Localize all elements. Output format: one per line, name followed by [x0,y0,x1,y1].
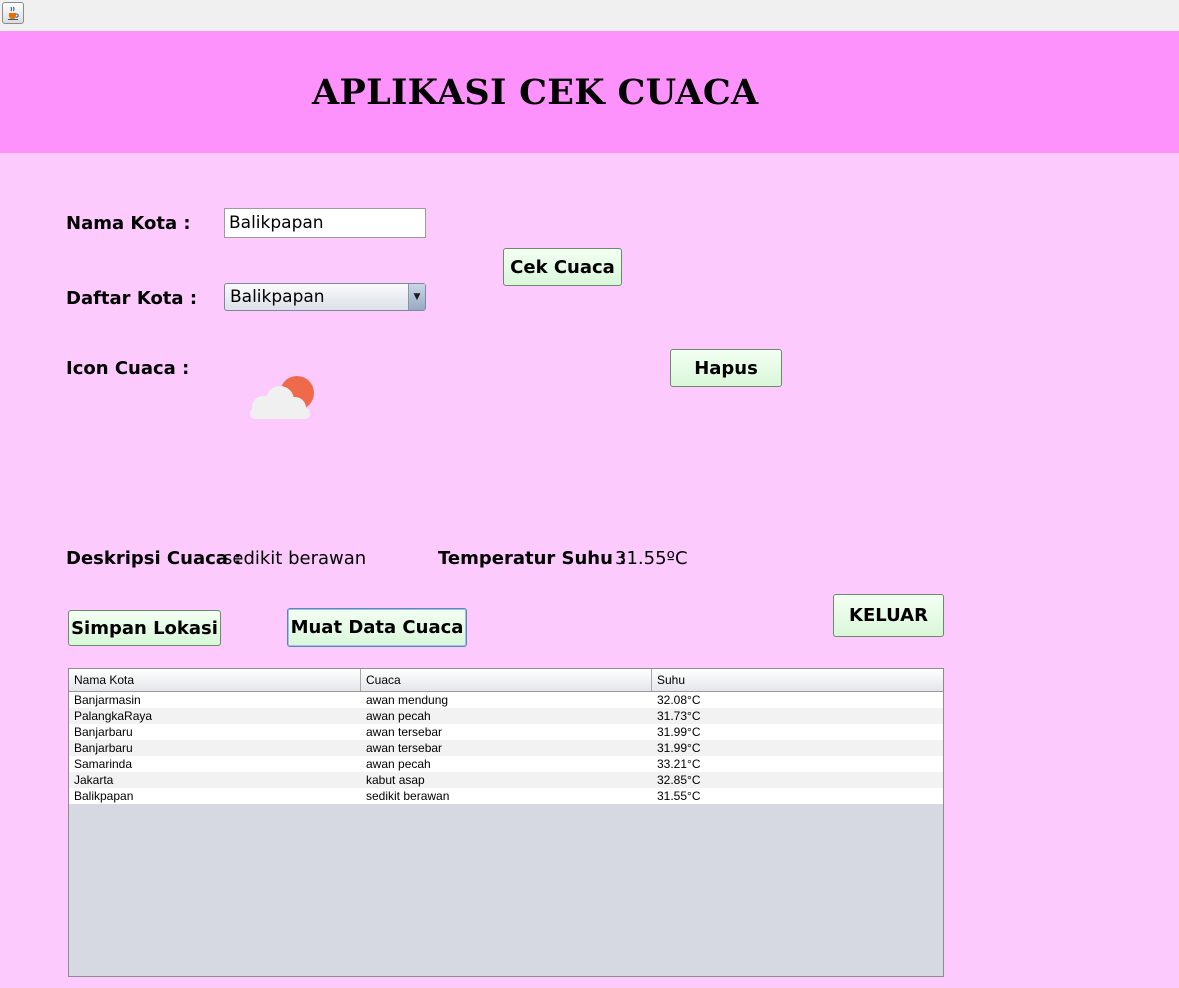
daftar-kota-select[interactable]: Balikpapan ▼ [224,283,426,311]
daftar-kota-selected: Balikpapan [230,287,325,307]
keluar-button[interactable]: KELUAR [833,594,944,637]
muat-data-cuaca-button[interactable]: Muat Data Cuaca [287,608,467,647]
table-cell: Balikpapan [74,789,134,803]
temperatur-suhu-label: Temperatur Suhu : [438,548,627,569]
table-cell: awan tersebar [366,725,443,739]
table-cell: awan tersebar [366,741,443,755]
table-cell: 32.85°C [657,773,701,787]
table-cell: Banjarbaru [74,725,133,739]
table-header: Nama Kota Cuaca Suhu [69,669,943,692]
table-cell: 31.55°C [657,789,701,803]
column-header-cuaca[interactable]: Cuaca [361,669,652,691]
deskripsi-cuaca-value: sedikit berawan [223,548,367,569]
cek-cuaca-button[interactable]: Cek Cuaca [503,248,622,286]
table-cell: Samarinda [74,757,133,771]
table-cell: awan pecah [366,757,431,771]
table-cell: awan pecah [366,709,431,723]
icon-cuaca-label: Icon Cuaca : [66,358,190,379]
column-header-nama-kota[interactable]: Nama Kota [69,669,361,691]
table-row[interactable]: Banjarbaru awan tersebar 31.99°C [69,740,943,756]
table-cell: 32.08°C [657,693,701,707]
column-header-suhu[interactable]: Suhu [652,669,943,691]
table-cell: sedikit berawan [366,789,450,803]
table-row[interactable]: Balikpapan sedikit berawan 31.55°C [69,788,943,804]
simpan-lokasi-button[interactable]: Simpan Lokasi [68,610,221,646]
table-cell: 33.21°C [657,757,701,771]
table-cell: awan mendung [366,693,449,707]
table-row[interactable]: Samarinda awan pecah 33.21°C [69,756,943,772]
nama-kota-label: Nama Kota : [66,213,191,234]
java-cup-icon[interactable] [2,2,24,24]
deskripsi-cuaca-label: Deskripsi Cuaca : [66,548,242,569]
temperatur-suhu-value: 31.55ºC [615,548,688,569]
table-row[interactable]: Banjarbaru awan tersebar 31.99°C [69,724,943,740]
cloud-sun-icon [246,372,318,422]
window-titlebar [0,0,1179,31]
table-cell: Banjarmasin [74,693,141,707]
table-cell: PalangkaRaya [74,709,153,723]
table-cell: 31.99°C [657,741,701,755]
table-row[interactable]: PalangkaRaya awan pecah 31.73°C [69,708,943,724]
table-cell: kabut asap [366,773,425,787]
chevron-down-icon[interactable]: ▼ [408,284,425,310]
table-cell: Jakarta [74,773,114,787]
page-title: APLIKASI CEK CUACA [312,72,759,113]
table-row[interactable]: Banjarmasin awan mendung 32.08°C [69,692,943,708]
table-cell: 31.99°C [657,725,701,739]
nama-kota-input[interactable] [224,208,426,238]
table-cell: 31.73°C [657,709,701,723]
weather-table[interactable]: Nama Kota Cuaca Suhu Banjarmasin awan men… [68,668,944,977]
table-cell: Banjarbaru [74,741,133,755]
table-row[interactable]: Jakarta kabut asap 32.85°C [69,772,943,788]
daftar-kota-label: Daftar Kota : [66,288,198,309]
hapus-button[interactable]: Hapus [670,349,782,387]
